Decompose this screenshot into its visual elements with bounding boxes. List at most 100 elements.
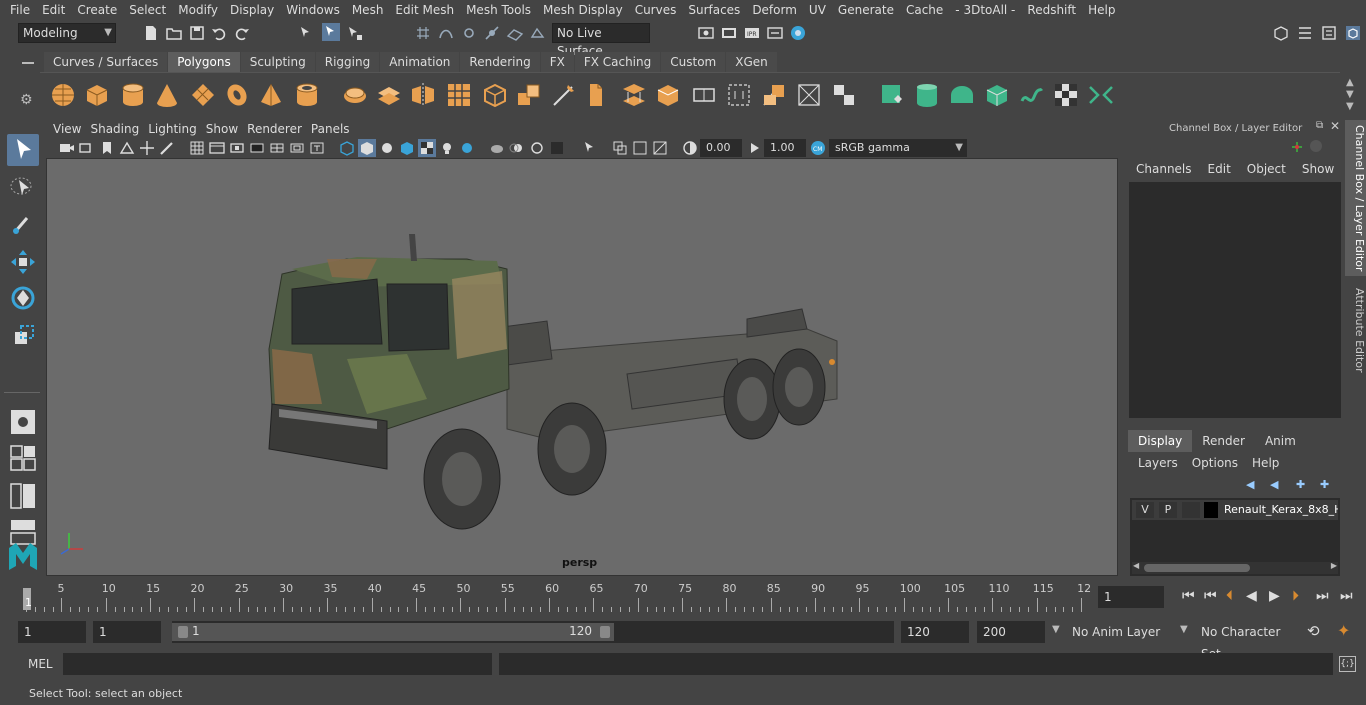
menu-uv[interactable]: UV <box>803 0 832 20</box>
rotate-tool-icon[interactable] <box>7 282 39 314</box>
tab-fx-caching[interactable]: FX Caching <box>574 52 661 72</box>
menu-deform[interactable]: Deform <box>746 0 803 20</box>
bevel-icon[interactable] <box>584 81 612 109</box>
uv-sew-icon[interactable] <box>1087 81 1115 109</box>
menu-redshift[interactable]: Redshift <box>1021 0 1082 20</box>
resolution-gate-icon[interactable] <box>228 139 246 157</box>
scale-tool-icon[interactable] <box>7 320 39 352</box>
chevron-down-icon[interactable]: ▼ <box>1180 624 1188 635</box>
menu-file[interactable]: File <box>4 0 36 20</box>
layer-playback-toggle[interactable]: P <box>1159 502 1177 518</box>
channel-box-area[interactable] <box>1129 182 1341 418</box>
four-view-layout-icon[interactable] <box>7 442 39 474</box>
snap-view-icon[interactable] <box>483 24 501 42</box>
range-start-grip[interactable] <box>178 626 188 638</box>
shadows-icon[interactable] <box>458 139 476 157</box>
render-frame-icon[interactable] <box>697 24 715 42</box>
move-layer-down-icon[interactable]: ◀ <box>1270 478 1278 491</box>
truck-model[interactable] <box>47 159 1118 576</box>
go-to-end-icon[interactable]: ⏭ <box>1340 588 1353 604</box>
mirror-icon[interactable] <box>409 81 437 109</box>
motion-blur-icon[interactable] <box>508 139 526 157</box>
snap-surface-icon[interactable] <box>506 24 524 42</box>
vp-menu-view[interactable]: View <box>53 122 89 136</box>
tab-anim[interactable]: Anim <box>1254 430 1306 452</box>
script-editor-icon[interactable]: {;} <box>1339 656 1356 672</box>
snap-curve-icon[interactable] <box>437 24 455 42</box>
tab-attribute-editor[interactable]: Attribute Editor <box>1345 283 1366 378</box>
shelf-scroll-arrows-icon[interactable]: ▲ ▼ ▼ <box>1346 77 1354 113</box>
exposure-icon[interactable] <box>681 139 699 157</box>
channel-box-toggle-icon[interactable] <box>1344 24 1362 42</box>
layer-menu-layers[interactable]: Layers <box>1138 456 1178 470</box>
attribute-editor-toggle-icon[interactable] <box>1296 24 1314 42</box>
tab-custom[interactable]: Custom <box>661 52 726 72</box>
cb-menu-channels[interactable]: Channels <box>1136 162 1192 176</box>
undo-icon[interactable] <box>210 24 228 42</box>
grid-toggle-icon[interactable] <box>188 139 206 157</box>
automatic-uv-icon[interactable] <box>983 81 1011 109</box>
wireframe-icon[interactable] <box>338 139 356 157</box>
target-weld-icon[interactable] <box>830 81 858 109</box>
xray-joints-icon[interactable] <box>631 139 649 157</box>
grease-pencil-icon[interactable] <box>158 139 176 157</box>
shelf-settings-gear-icon[interactable]: ⚙ <box>20 92 33 108</box>
poly-plane-icon[interactable] <box>189 81 217 109</box>
depth-of-field-icon[interactable] <box>548 139 566 157</box>
new-scene-icon[interactable] <box>142 24 160 42</box>
multi-cut-icon[interactable] <box>550 81 578 109</box>
cb-menu-show[interactable]: Show <box>1302 162 1334 176</box>
step-back-frame-icon[interactable]: ⏴ <box>1226 588 1233 604</box>
render-settings-icon[interactable] <box>766 24 784 42</box>
film-gate-icon[interactable] <box>208 139 226 157</box>
auto-key-icon[interactable]: ⟲ <box>1307 622 1320 640</box>
lasso-tool-icon[interactable] <box>7 172 39 204</box>
hypershade-icon[interactable] <box>789 24 807 42</box>
poke-icon[interactable] <box>760 81 788 109</box>
step-forward-key-icon[interactable]: ⏭ <box>1316 588 1329 604</box>
menu-edit[interactable]: Edit <box>36 0 71 20</box>
poly-sphere-icon[interactable] <box>49 81 77 109</box>
extrude-icon[interactable] <box>515 81 543 109</box>
paint-select-tool-icon[interactable] <box>7 208 39 240</box>
menu-modify[interactable]: Modify <box>172 0 224 20</box>
bookmark-icon[interactable] <box>98 139 116 157</box>
select-tool-icon[interactable] <box>7 134 39 166</box>
single-view-layout-icon[interactable] <box>7 406 39 438</box>
xray-active-icon[interactable] <box>651 139 669 157</box>
textured-icon[interactable] <box>418 139 436 157</box>
append-polygon-icon[interactable] <box>690 81 718 109</box>
live-surface-field[interactable]: No Live Surface <box>552 23 650 58</box>
chevron-down-icon[interactable]: ▼ <box>1052 624 1060 635</box>
menu-mesh-tools[interactable]: Mesh Tools <box>460 0 537 20</box>
menu-generate[interactable]: Generate <box>832 0 900 20</box>
vp-menu-lighting[interactable]: Lighting <box>148 122 205 136</box>
default-material-icon[interactable] <box>378 139 396 157</box>
safe-action-icon[interactable] <box>288 139 306 157</box>
range-end-grip[interactable] <box>600 626 610 638</box>
menu-select[interactable]: Select <box>123 0 172 20</box>
preferences-runner-icon[interactable]: ✦ <box>1337 621 1350 640</box>
poly-pipe-icon[interactable] <box>293 81 321 109</box>
range-slider-handle[interactable]: 1 120 <box>172 623 614 641</box>
shelf-menu-icon[interactable] <box>22 62 34 64</box>
tab-animation[interactable]: Animation <box>380 52 460 72</box>
menu-display[interactable]: Display <box>224 0 280 20</box>
smooth-shade-icon[interactable] <box>358 139 376 157</box>
scrollbar-thumb[interactable] <box>1144 564 1250 572</box>
range-slider-track[interactable]: 1 120 <box>172 621 894 643</box>
anim-layer-dropdown[interactable]: No Anim Layer <box>1066 621 1176 643</box>
combine-icon[interactable] <box>341 81 369 109</box>
cb-menu-edit[interactable]: Edit <box>1208 162 1231 176</box>
tab-rigging[interactable]: Rigging <box>315 52 380 72</box>
step-forward-frame-icon[interactable]: ⏵ <box>1292 588 1299 604</box>
layer-menu-options[interactable]: Options <box>1192 456 1238 470</box>
exposure-field[interactable]: 0.00 <box>700 139 742 157</box>
tab-polygons[interactable]: Polygons <box>168 52 240 72</box>
select-object-icon[interactable] <box>322 23 340 41</box>
script-language-toggle[interactable]: MEL <box>28 657 53 671</box>
cb-menu-object[interactable]: Object <box>1247 162 1286 176</box>
select-hierarchy-icon[interactable] <box>298 24 316 42</box>
ambient-occlusion-icon[interactable] <box>488 139 506 157</box>
layer-name[interactable]: Renault_Kerax_8x8_He <box>1224 503 1338 516</box>
